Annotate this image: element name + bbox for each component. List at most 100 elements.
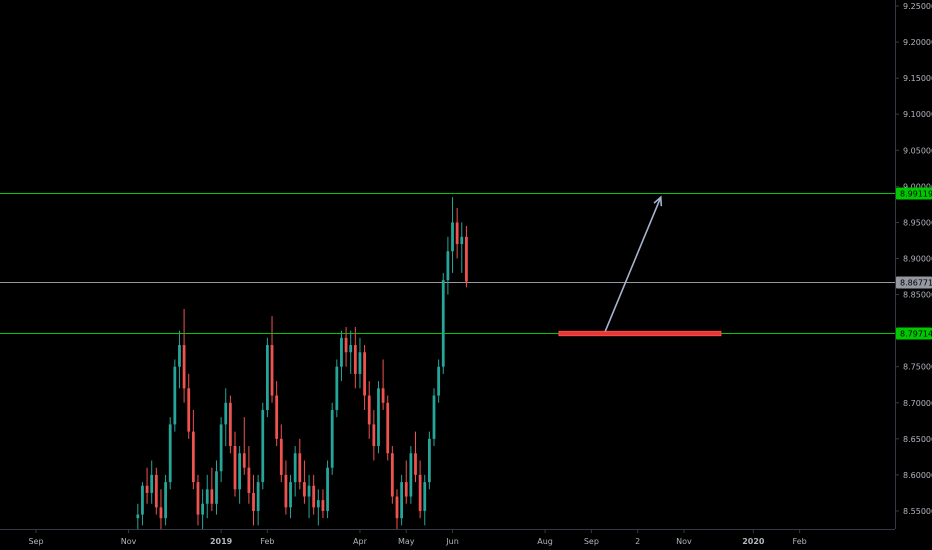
- price-tick-label: 9.05000: [903, 146, 932, 155]
- candle: [427, 431, 431, 490]
- candle-body: [145, 485, 149, 493]
- candle-body: [270, 345, 274, 396]
- price-tick-label: 8.75000: [903, 363, 932, 372]
- candle-body: [219, 424, 223, 472]
- candle-body: [395, 496, 399, 519]
- time-tick-label: Sep: [28, 537, 43, 546]
- candle-body: [386, 402, 390, 454]
- candle: [390, 446, 394, 504]
- time-tick-label: 2020: [742, 537, 765, 546]
- candle-body: [441, 280, 445, 367]
- candle-body: [312, 485, 316, 508]
- candle-body: [261, 409, 265, 483]
- candle-body: [423, 482, 427, 511]
- candle: [377, 381, 380, 454]
- candle-body: [293, 453, 297, 483]
- time-tick-label: Aug: [537, 537, 553, 546]
- candle-body: [316, 500, 320, 508]
- candle-body: [173, 366, 177, 425]
- resistance-price-label: 8.99119: [900, 190, 932, 199]
- candle-body: [201, 503, 204, 515]
- candle-body: [215, 471, 218, 504]
- candle-body: [303, 482, 306, 497]
- candle-body: [275, 395, 279, 439]
- candle-body: [437, 366, 441, 396]
- candle-body: [372, 424, 376, 447]
- candle-body: [414, 453, 417, 475]
- candle-body: [191, 431, 195, 483]
- candle-body: [404, 482, 408, 497]
- price-tick-label: 8.70000: [903, 399, 932, 408]
- candle-body: [390, 453, 394, 497]
- candle-body: [256, 482, 260, 511]
- candle-body: [409, 453, 413, 497]
- candle-body: [242, 453, 246, 468]
- support-price-label: 8.79714: [900, 330, 932, 339]
- candle-body: [358, 352, 362, 374]
- price-tick-label: 8.60000: [903, 471, 932, 480]
- candle-body: [233, 446, 237, 490]
- candle: [386, 395, 390, 461]
- candle: [168, 417, 172, 490]
- candle-body: [326, 467, 329, 511]
- candle-body: [400, 482, 404, 519]
- candle: [228, 395, 232, 454]
- candle-body: [168, 424, 172, 483]
- price-tick-label: 9.10000: [903, 110, 932, 119]
- candle-body: [247, 467, 251, 493]
- price-tick-label: 9.20000: [903, 38, 932, 47]
- candle-body: [418, 474, 422, 511]
- candle-body: [460, 236, 464, 245]
- candle-body: [340, 337, 343, 367]
- candle-body: [465, 236, 468, 282]
- price-tick-label: 8.55000: [903, 507, 932, 516]
- price-tick-label: 8.95000: [903, 218, 932, 227]
- candle-body: [224, 402, 228, 425]
- candle-body: [335, 366, 339, 410]
- candle-body: [136, 514, 140, 519]
- candle-body: [289, 482, 292, 508]
- candle: [173, 359, 177, 432]
- price-tick-label: 8.85000: [903, 291, 932, 300]
- candle-body: [238, 453, 242, 490]
- price-tick-label: 9.15000: [903, 74, 932, 83]
- candle-body: [427, 438, 431, 483]
- candle-body: [330, 409, 334, 468]
- candle-body: [377, 388, 380, 447]
- candle-body: [321, 500, 325, 511]
- candle-body: [252, 492, 255, 511]
- time-tick-label: Apr: [353, 537, 368, 546]
- candle-body: [279, 438, 283, 475]
- candle-body: [284, 474, 288, 508]
- candle-body: [205, 489, 209, 504]
- time-tick-label: Feb: [260, 537, 274, 546]
- candle-body: [344, 337, 348, 353]
- time-tick-label: Feb: [793, 537, 807, 546]
- candle-body: [178, 345, 181, 367]
- candle-body: [298, 453, 302, 483]
- candle-body: [451, 222, 454, 252]
- time-tick-label: Jun: [445, 537, 459, 546]
- price-tick-label: 9.25000: [903, 2, 932, 11]
- candle: [409, 446, 413, 504]
- candle-body: [266, 345, 269, 410]
- candle-body: [349, 345, 353, 353]
- candle: [330, 402, 334, 475]
- price-chart[interactable]: 9.250009.200009.150009.100009.050009.000…: [0, 0, 932, 550]
- candle-body: [455, 222, 459, 245]
- price-tick-label: 8.65000: [903, 435, 932, 444]
- time-tick-label: May: [398, 537, 415, 546]
- time-tick-label: Nov: [121, 537, 137, 546]
- candle-body: [154, 474, 158, 508]
- candle: [400, 474, 404, 526]
- candle: [335, 359, 339, 418]
- candle-body: [141, 485, 144, 515]
- support-zone-rect[interactable]: [558, 330, 722, 337]
- candle-body: [228, 402, 232, 447]
- candle-body: [150, 474, 154, 493]
- candle: [441, 272, 445, 374]
- time-tick-label: 2: [635, 537, 640, 546]
- price-tick-label: 8.90000: [903, 254, 932, 263]
- candle-body: [182, 345, 186, 389]
- candle-body: [353, 345, 357, 374]
